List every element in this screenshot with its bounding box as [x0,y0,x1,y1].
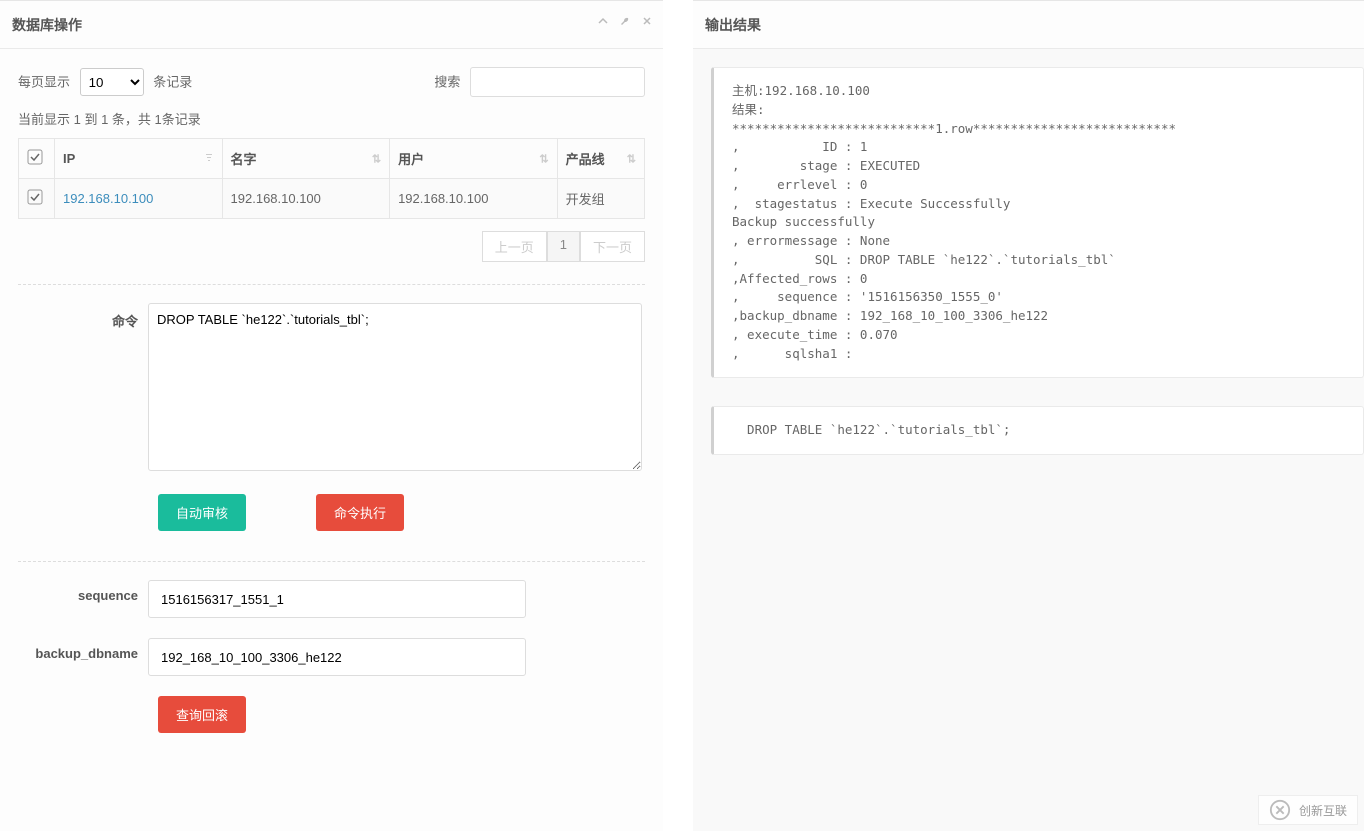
checkbox-checked-icon [27,189,43,205]
header-checkbox-cell[interactable] [19,139,55,179]
header-ip[interactable]: IP [55,139,223,179]
search-label: 搜索 [434,75,460,90]
backup-dbname-input[interactable] [148,638,526,676]
close-icon[interactable] [641,15,653,30]
sort-desc-icon [204,151,214,166]
row-checkbox-cell[interactable] [19,179,55,219]
search-control: 搜索 [434,67,645,97]
sort-icon: ⇅ [539,152,548,165]
records-info: 当前显示 1 到 1 条，共 1条记录 [18,109,645,128]
backup-dbname-label: backup_dbname [18,638,148,661]
right-panel: 输出结果 主机:192.168.10.100 结果: *************… [693,0,1364,831]
cell-name: 192.168.10.100 [222,179,390,219]
watermark: 创新互联 [1258,795,1358,825]
search-input[interactable] [470,67,645,97]
page-size-prefix: 每页显示 [18,75,70,90]
next-page-button[interactable]: 下一页 [580,231,645,262]
divider [18,284,645,285]
checkbox-checked-icon [27,149,43,165]
auto-review-button[interactable]: 自动审核 [158,494,246,531]
execute-button[interactable]: 命令执行 [316,494,404,531]
left-panel: 数据库操作 每页显示 10 条记录 [0,0,663,831]
sequence-input[interactable] [148,580,526,618]
logo-icon [1269,799,1291,821]
page-size-select[interactable]: 10 [80,68,144,96]
right-panel-header: 输出结果 [693,1,1364,49]
sort-icon: ⇅ [627,152,636,165]
right-panel-title: 输出结果 [705,15,761,35]
watermark-text: 创新互联 [1299,802,1347,819]
sequence-label: sequence [18,580,148,603]
header-name[interactable]: 名字 ⇅ [222,139,390,179]
page-size-suffix: 条记录 [153,75,192,90]
wrench-icon[interactable] [619,15,631,30]
cell-product: 开发组 [557,179,644,219]
sort-icon: ⇅ [372,152,381,165]
output-result-block: 主机:192.168.10.100 结果: ******************… [711,67,1364,378]
cell-ip-link[interactable]: 192.168.10.100 [63,191,153,206]
hosts-table: IP 名字 ⇅ 用户 ⇅ [18,138,645,219]
collapse-icon[interactable] [597,15,609,30]
prev-page-button[interactable]: 上一页 [482,231,547,262]
page-size-control: 每页显示 10 条记录 [18,68,192,96]
header-product[interactable]: 产品线 ⇅ [557,139,644,179]
left-panel-header: 数据库操作 [0,1,663,49]
command-textarea[interactable] [148,303,642,471]
pagination: 上一页 1 下一页 [18,231,645,262]
page-1-button[interactable]: 1 [547,231,580,262]
cell-user: 192.168.10.100 [390,179,558,219]
header-user[interactable]: 用户 ⇅ [390,139,558,179]
divider [18,561,645,562]
left-panel-title: 数据库操作 [12,15,82,35]
table-row: 192.168.10.100 192.168.10.100 192.168.10… [19,179,645,219]
output-sql-block: DROP TABLE `he122`.`tutorials_tbl`; [711,406,1364,455]
query-rollback-button[interactable]: 查询回滚 [158,696,246,733]
cmd-label: 命令 [18,303,148,330]
